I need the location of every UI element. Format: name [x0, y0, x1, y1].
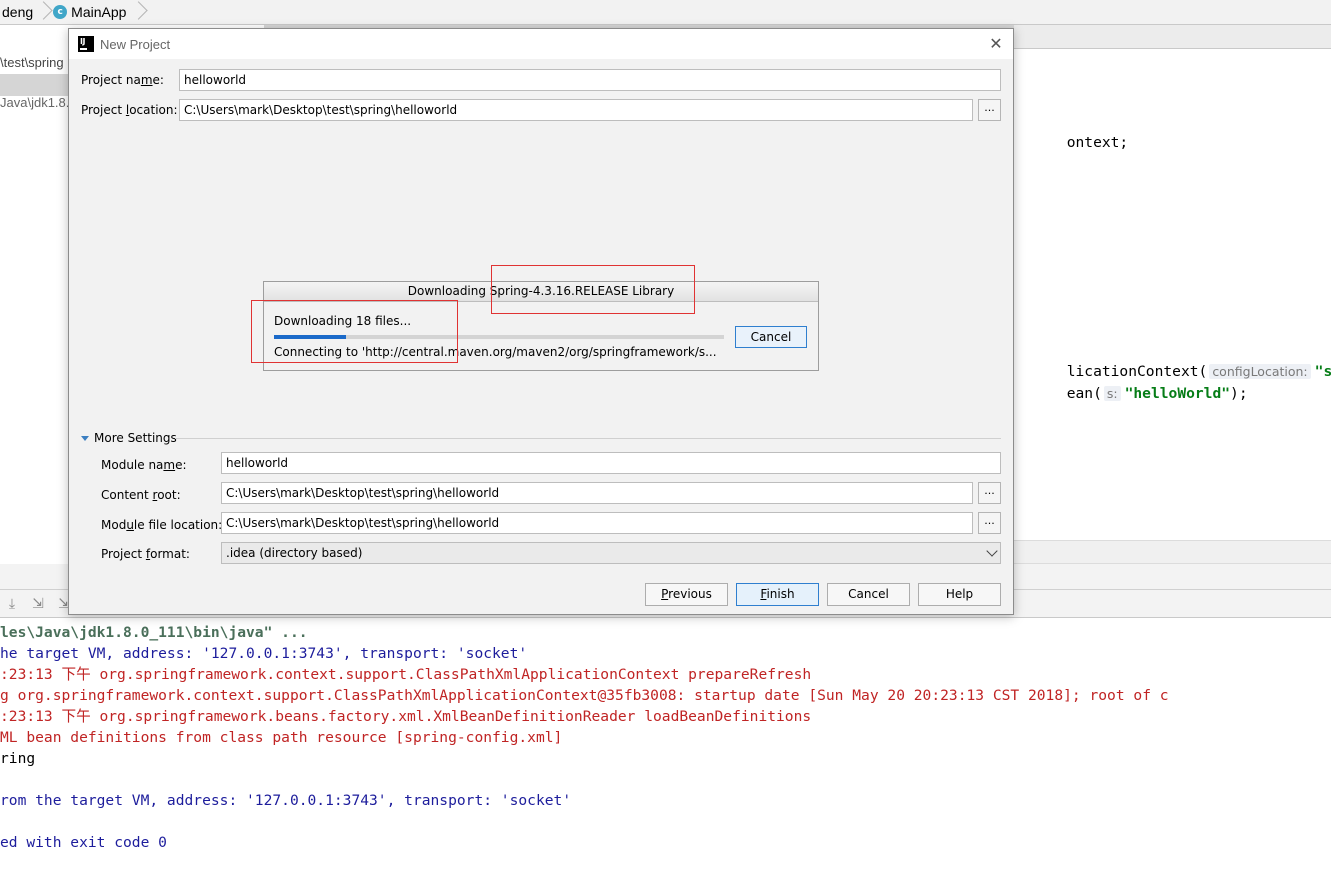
java-class-icon: c [53, 5, 68, 19]
dialog-title-bar[interactable]: IJ New Project ✕ [69, 29, 1013, 59]
console-line: :23:13 下午 org.springframework.context.su… [0, 666, 812, 683]
cancel-button[interactable]: Cancel [827, 583, 910, 606]
label-text: le file location: [133, 518, 223, 532]
previous-button[interactable]: Previous [645, 583, 728, 606]
soft-wrap-icon[interactable]: ⇲ [30, 596, 46, 612]
browse-module-file-button[interactable]: ... [978, 512, 1001, 534]
tree-item[interactable]: \test\spring [0, 52, 64, 74]
scroll-to-end-icon[interactable]: ⤓ [4, 596, 20, 612]
string-literal: "helloWorld" [1124, 385, 1231, 402]
breadcrumb-label: MainApp [71, 4, 127, 20]
content-root-label: Content root: [101, 488, 181, 502]
module-file-location-label: Module file location: [101, 518, 222, 532]
project-location-input[interactable]: C:\Users\mark\Desktop\test\spring\hellow… [179, 99, 973, 121]
tree-item[interactable]: Java\jdk1.8. [0, 92, 69, 114]
navigation-bar: deng c MainApp [0, 0, 1331, 25]
breadcrumb-item-class[interactable]: c MainApp [47, 0, 132, 25]
label-text: Project na [81, 73, 141, 87]
label-text: Project [101, 547, 146, 561]
console-line: g org.springframework.context.support.Cl… [0, 687, 1169, 704]
help-button[interactable]: Help [918, 583, 1001, 606]
finish-button[interactable]: Finish [736, 583, 819, 606]
more-settings-toggle[interactable]: More Settings [81, 431, 177, 445]
progress-detail: Connecting to 'http://central.maven.org/… [274, 345, 717, 359]
project-format-label: Project format: [101, 547, 190, 561]
mnemonic-char: m [140, 73, 153, 87]
editor-breadcrumb-bar [1014, 540, 1331, 564]
button-label: inish [766, 587, 795, 601]
run-console[interactable]: les\Java\jdk1.8.0_111\bin\java" ... he t… [0, 620, 1331, 883]
project-name-input[interactable]: helloworld [179, 69, 1001, 91]
label-text: e: [175, 458, 187, 472]
new-project-dialog: IJ New Project ✕ Project name: helloworl… [68, 28, 1014, 615]
label-text: Module na [101, 458, 164, 472]
label-text: oot: [157, 488, 181, 502]
breadcrumb-label: deng [2, 4, 34, 20]
intellij-logo-icon: IJ [78, 36, 94, 52]
project-location-label: Project location: [81, 103, 178, 117]
breadcrumb-separator-icon [39, 0, 47, 25]
ide-window: deng c MainApp \test\spring Java\jdk1.8.… [0, 0, 1331, 883]
section-divider [175, 438, 1001, 439]
browse-project-location-button[interactable]: ... [978, 99, 1001, 121]
progress-cancel-button[interactable]: Cancel [735, 326, 807, 348]
parameter-hint: s: [1103, 386, 1121, 401]
progress-title: Downloading Spring-4.3.16.RELEASE Librar… [264, 282, 818, 302]
console-line: :23:13 下午 org.springframework.beans.fact… [0, 708, 812, 725]
code-text: ); [1230, 385, 1248, 402]
module-name-input[interactable]: helloworld [221, 452, 1001, 474]
project-tool-window: \test\spring Java\jdk1.8. [0, 48, 70, 548]
console-line: ML bean definitions from class path reso… [0, 729, 563, 746]
editor-tab-strip-right [1014, 25, 1331, 49]
more-settings-label: More Settings [94, 431, 177, 445]
module-file-location-input[interactable]: C:\Users\mark\Desktop\test\spring\hellow… [221, 512, 973, 534]
code-editor[interactable]: ontext; licationContext(configLocation: "… [1014, 50, 1331, 540]
string-literal: "spr [1314, 363, 1331, 380]
chevron-down-icon [986, 545, 998, 557]
progress-bar [274, 335, 724, 339]
module-name-label: Module name: [101, 458, 187, 472]
label-text: Mod [101, 518, 127, 532]
code-line: ontext; [1014, 117, 1129, 168]
code-line: ean(s: "helloWorld"); [1014, 368, 1248, 419]
breadcrumb-separator-icon [134, 0, 142, 25]
project-name-label: Project name: [81, 73, 164, 87]
label-text: Content [101, 488, 153, 502]
label-text: e: [152, 73, 164, 87]
label-text: ormat: [150, 547, 190, 561]
dialog-title: New Project [100, 36, 171, 52]
project-format-value: .idea (directory based) [226, 546, 363, 560]
tree-item-label: Java\jdk1.8. [0, 95, 70, 110]
expand-triangle-icon [81, 435, 89, 441]
button-label: revious [668, 587, 712, 601]
mnemonic-char: m [163, 458, 176, 472]
breadcrumb-item-package[interactable]: deng [0, 0, 39, 25]
download-progress-dialog: Downloading Spring-4.3.16.RELEASE Librar… [263, 281, 819, 371]
label-text: ocation: [129, 103, 178, 117]
close-icon[interactable]: ✕ [987, 35, 1005, 53]
console-line: rom the target VM, address: '127.0.0.1:3… [0, 792, 572, 809]
console-line: ed with exit code 0 [0, 834, 167, 851]
browse-content-root-button[interactable]: ... [978, 482, 1001, 504]
mnemonic-char: u [126, 518, 134, 532]
label-text: Project [81, 103, 126, 117]
console-line: ring [0, 750, 36, 767]
content-root-input[interactable]: C:\Users\mark\Desktop\test\spring\hellow… [221, 482, 973, 504]
console-line: les\Java\jdk1.8.0_111\bin\java" ... [0, 624, 308, 641]
progress-bar-fill [274, 335, 346, 339]
tree-item-label: \test\spring [0, 55, 64, 70]
progress-message: Downloading 18 files... [274, 314, 412, 328]
project-format-select[interactable]: .idea (directory based) [221, 542, 1001, 564]
code-text: ean( [1066, 385, 1102, 402]
console-line: he target VM, address: '127.0.0.1:3743',… [0, 645, 528, 662]
code-text: ontext; [1066, 134, 1129, 151]
